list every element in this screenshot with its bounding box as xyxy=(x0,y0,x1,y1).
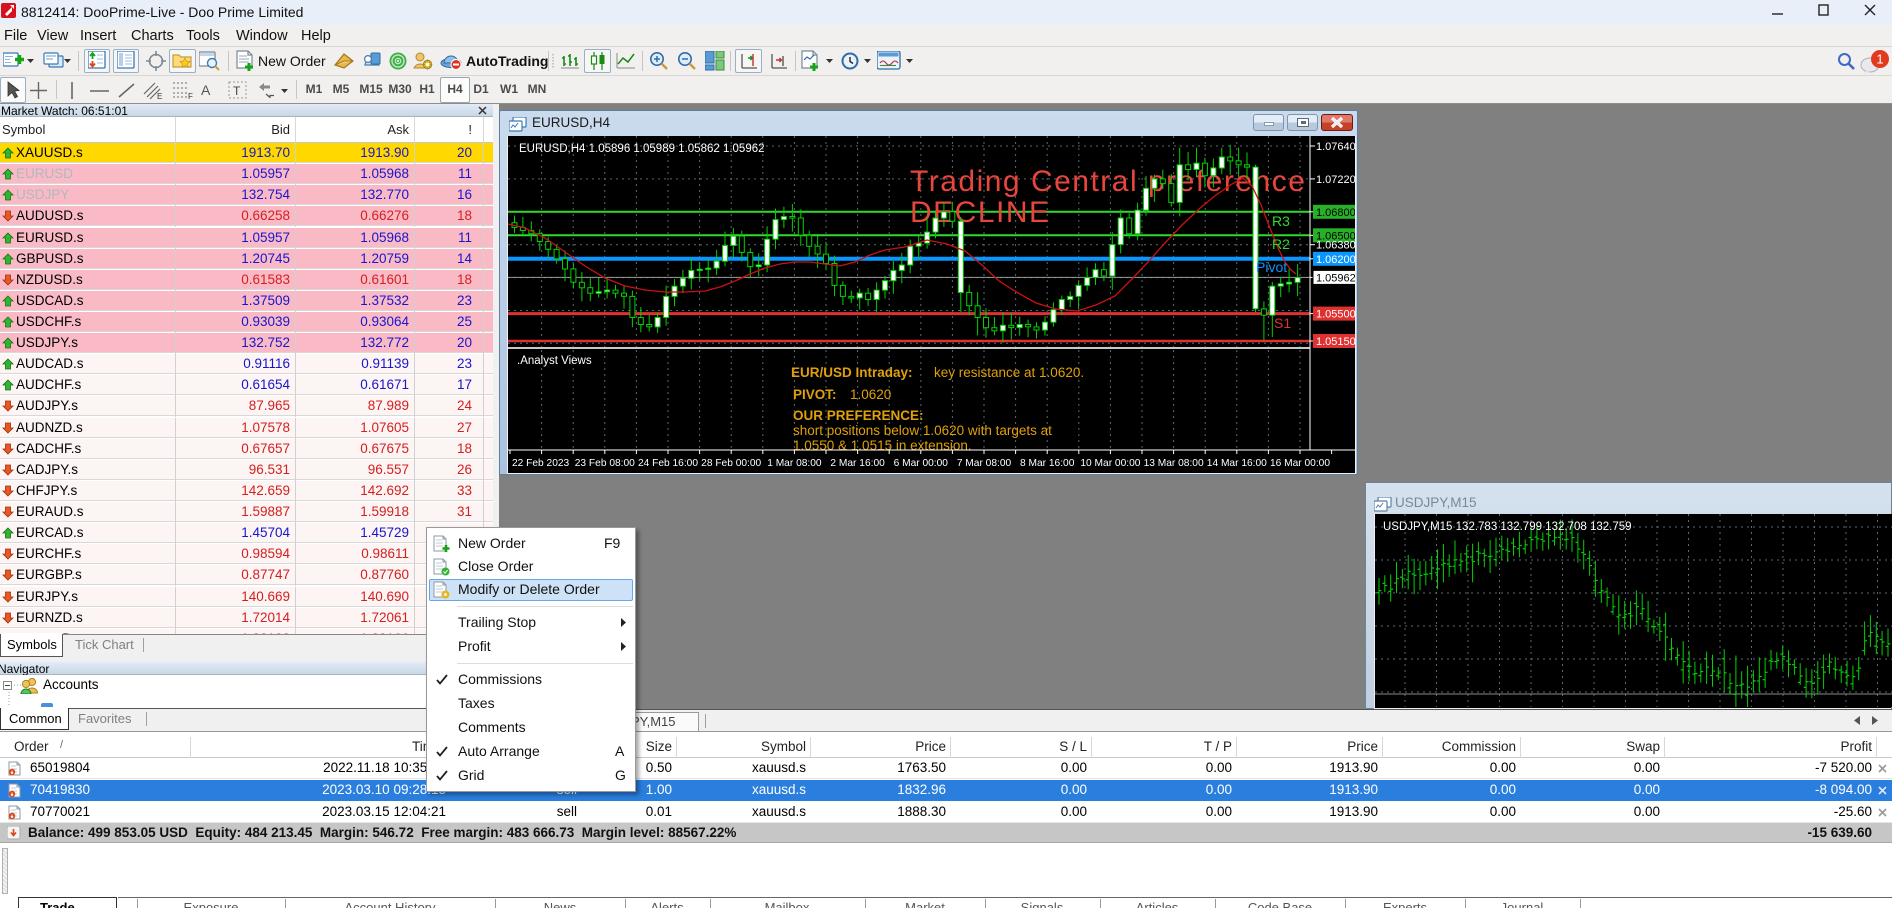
svg-text:1.07640: 1.07640 xyxy=(1316,141,1355,153)
svg-text:28 Feb 00:00: 28 Feb 00:00 xyxy=(701,458,761,469)
svg-text:1: 1 xyxy=(1876,52,1883,67)
svg-text:PIVOT:: PIVOT: xyxy=(793,387,837,402)
svg-text:Trading Central preference on: Trading Central preference on xyxy=(910,165,1353,198)
svg-text:23 Feb 08:00: 23 Feb 08:00 xyxy=(575,458,635,469)
svg-text:22 Feb 2023: 22 Feb 2023 xyxy=(512,458,570,469)
svg-text:10 Mar 00:00: 10 Mar 00:00 xyxy=(1080,458,1140,469)
svg-text:1 Mar 08:00: 1 Mar 08:00 xyxy=(767,458,822,469)
svg-text:R2: R2 xyxy=(1272,236,1290,252)
svg-text:.Analyst Views: .Analyst Views xyxy=(517,355,592,367)
svg-text:7 Mar 08:00: 7 Mar 08:00 xyxy=(957,458,1012,469)
svg-text:OUR PREFERENCE:: OUR PREFERENCE: xyxy=(793,408,924,423)
svg-text:EUR/USD Intraday:: EUR/USD Intraday: xyxy=(791,365,913,380)
svg-text:DECLINE: DECLINE xyxy=(910,196,1051,229)
svg-text:key resistance at 1.0620.: key resistance at 1.0620. xyxy=(934,365,1084,380)
svg-text:8 Mar 16:00: 8 Mar 16:00 xyxy=(1020,458,1075,469)
svg-text:13 Mar 08:00: 13 Mar 08:00 xyxy=(1144,458,1204,469)
svg-text:short positions below 1.0620 w: short positions below 1.0620 with target… xyxy=(793,423,1052,438)
svg-text:6 Mar 00:00: 6 Mar 00:00 xyxy=(894,458,949,469)
svg-text:1.06800: 1.06800 xyxy=(1316,207,1355,219)
svg-text:F: F xyxy=(188,92,193,100)
svg-text:1.05962: 1.05962 xyxy=(1316,272,1355,284)
svg-text:EURUSD,H4 1.05896 1.05989 1.0: EURUSD,H4 1.05896 1.05989 1.05862 1.0596… xyxy=(519,143,765,155)
svg-text:1.0620: 1.0620 xyxy=(850,387,891,402)
svg-text:1.06380: 1.06380 xyxy=(1316,240,1355,252)
svg-text:16 Mar 00:00: 16 Mar 00:00 xyxy=(1270,458,1330,469)
svg-text:1.05150: 1.05150 xyxy=(1316,336,1355,348)
svg-text:14 Mar 16:00: 14 Mar 16:00 xyxy=(1207,458,1267,469)
svg-text:E: E xyxy=(157,92,162,100)
svg-text:1.06200: 1.06200 xyxy=(1316,254,1355,266)
svg-text:1.07220: 1.07220 xyxy=(1316,174,1355,186)
svg-text:T: T xyxy=(233,84,241,98)
svg-text:USDJPY,M15 132.783 132.799 13: USDJPY,M15 132.783 132.799 132.708 132.7… xyxy=(1383,521,1632,533)
svg-text:24 Feb 16:00: 24 Feb 16:00 xyxy=(638,458,698,469)
svg-text:S1: S1 xyxy=(1274,315,1291,331)
svg-text:2 Mar 16:00: 2 Mar 16:00 xyxy=(830,458,885,469)
svg-text:R3: R3 xyxy=(1272,213,1290,229)
svg-text:1.05500: 1.05500 xyxy=(1316,309,1355,321)
svg-text:Pivot: Pivot xyxy=(1256,259,1287,275)
